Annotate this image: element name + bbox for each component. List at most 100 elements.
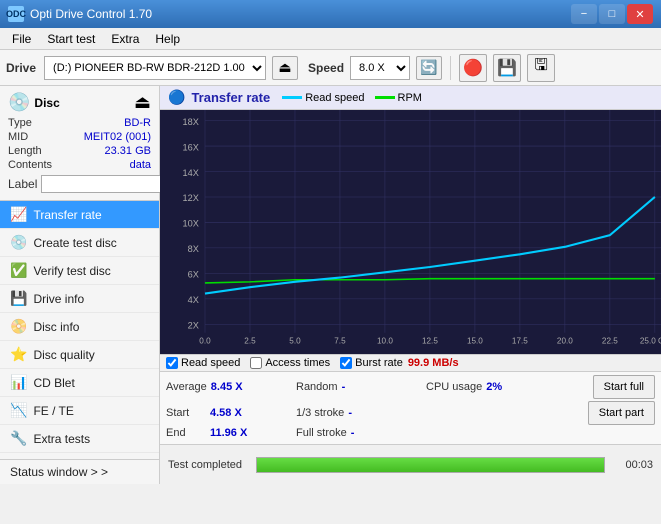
- start-full-button[interactable]: Start full: [593, 375, 655, 399]
- drive-bar: Drive (D:) PIONEER BD-RW BDR-212D 1.00 ⏏…: [0, 50, 661, 86]
- app-icon: ODC: [8, 6, 24, 22]
- progress-bar-fill: [257, 458, 604, 472]
- minimize-button[interactable]: −: [571, 4, 597, 24]
- burst-rate-check-label: Burst rate: [355, 357, 403, 369]
- burst-rate-checkbox[interactable]: [340, 357, 352, 369]
- status-window-button[interactable]: Status window > >: [0, 459, 159, 484]
- refresh-button[interactable]: 🔄: [416, 56, 442, 80]
- fe-te-icon: 📉: [10, 402, 27, 419]
- nav-item-disc-quality-label: Disc quality: [33, 348, 94, 362]
- svg-text:10X: 10X: [183, 219, 200, 229]
- start-stat-value: 4.58 X: [210, 407, 250, 419]
- toolbar-separator: [450, 56, 451, 80]
- stats-area: Average 8.45 X Random - CPU usage 2% Sta…: [160, 371, 661, 444]
- svg-text:6X: 6X: [188, 269, 200, 279]
- one-third-stroke-value: -: [348, 407, 388, 419]
- access-times-check[interactable]: Access times: [250, 357, 330, 369]
- access-times-checkbox[interactable]: [250, 357, 262, 369]
- nav-item-create-test-disc-label: Create test disc: [33, 236, 116, 250]
- svg-text:2X: 2X: [188, 320, 200, 330]
- close-button[interactable]: ✕: [627, 4, 653, 24]
- chart-header: 🔵 Transfer rate Read speed RPM: [160, 86, 661, 110]
- svg-text:5.0: 5.0: [289, 335, 301, 345]
- nav-item-disc-quality[interactable]: ⭐ Disc quality: [0, 341, 159, 369]
- cd-bler-icon: 📊: [10, 374, 27, 391]
- cpu-usage-label: CPU usage: [426, 381, 482, 393]
- start-part-button[interactable]: Start part: [588, 401, 655, 425]
- drive-select[interactable]: (D:) PIONEER BD-RW BDR-212D 1.00: [44, 56, 266, 80]
- title-bar: ODC Opti Drive Control 1.70 − □ ✕: [0, 0, 661, 28]
- length-label: Length: [8, 145, 42, 157]
- verify-test-disc-icon: ✅: [10, 262, 27, 279]
- svg-text:14X: 14X: [183, 168, 200, 178]
- drive-info-icon: 💾: [10, 290, 27, 307]
- nav-list: 📈 Transfer rate 💿 Create test disc ✅ Ver…: [0, 201, 159, 459]
- svg-text:20.0: 20.0: [557, 335, 573, 345]
- svg-text:17.5: 17.5: [512, 335, 528, 345]
- label-label: Label: [8, 177, 37, 191]
- access-times-check-label: Access times: [265, 357, 330, 369]
- length-value: 23.31 GB: [105, 145, 151, 157]
- chart-container: 18X 16X 14X 12X 10X 8X 6X 4X 2X 0.0 2.5 …: [160, 110, 661, 354]
- svg-text:18X: 18X: [183, 117, 200, 127]
- burst-rate-check[interactable]: Burst rate 99.9 MB/s: [340, 357, 458, 369]
- disc-eject-icon[interactable]: ⏏: [134, 92, 151, 113]
- nav-item-extra-tests[interactable]: 🔧 Extra tests: [0, 425, 159, 453]
- svg-text:8X: 8X: [188, 244, 200, 254]
- nav-item-verify-test-disc-label: Verify test disc: [33, 264, 110, 278]
- svg-text:4X: 4X: [188, 295, 200, 305]
- nav-item-drive-info[interactable]: 💾 Drive info: [0, 285, 159, 313]
- disc-panel-icon: 💿: [8, 92, 30, 113]
- burst-rate-value: 99.9 MB/s: [408, 357, 459, 369]
- app-title: Opti Drive Control 1.70: [30, 7, 152, 21]
- full-stroke-label: Full stroke: [296, 427, 347, 439]
- transfer-rate-icon: 📈: [10, 206, 27, 223]
- contents-value: data: [130, 159, 151, 171]
- menu-file[interactable]: File: [4, 30, 39, 48]
- read-speed-check-label: Read speed: [181, 357, 240, 369]
- toolbar-btn-2[interactable]: 💾: [493, 54, 521, 82]
- end-stat-label: End: [166, 427, 206, 439]
- menu-extra[interactable]: Extra: [103, 30, 147, 48]
- type-value: BD-R: [124, 117, 151, 129]
- random-label: Random: [296, 381, 338, 393]
- disc-info-icon: 📀: [10, 318, 27, 335]
- mid-value: MEIT02 (001): [84, 131, 151, 143]
- menu-help[interactable]: Help: [147, 30, 188, 48]
- read-speed-checkbox[interactable]: [166, 357, 178, 369]
- svg-text:10.0: 10.0: [377, 335, 393, 345]
- nav-item-cd-bler[interactable]: 📊 CD Blet: [0, 369, 159, 397]
- menu-start-test[interactable]: Start test: [39, 30, 103, 48]
- nav-item-disc-info[interactable]: 📀 Disc info: [0, 313, 159, 341]
- maximize-button[interactable]: □: [599, 4, 625, 24]
- read-speed-check[interactable]: Read speed: [166, 357, 240, 369]
- eject-button[interactable]: ⏏: [272, 56, 298, 80]
- progress-area: Test completed 00:03: [160, 444, 661, 484]
- disc-info-panel: 💿 Disc ⏏ Type BD-R MID MEIT02 (001) Leng…: [0, 86, 159, 201]
- nav-item-create-test-disc[interactable]: 💿 Create test disc: [0, 229, 159, 257]
- chart-controls: Read speed Access times Burst rate 99.9 …: [160, 354, 661, 371]
- svg-text:22.5: 22.5: [602, 335, 618, 345]
- nav-item-fe-te[interactable]: 📉 FE / TE: [0, 397, 159, 425]
- sidebar: 💿 Disc ⏏ Type BD-R MID MEIT02 (001) Leng…: [0, 86, 160, 484]
- svg-text:12X: 12X: [183, 193, 200, 203]
- svg-text:7.5: 7.5: [334, 335, 346, 345]
- start-stat-label: Start: [166, 407, 206, 419]
- end-stat-value: 11.96 X: [210, 427, 250, 439]
- progress-time: 00:03: [613, 459, 653, 471]
- svg-text:15.0: 15.0: [467, 335, 483, 345]
- chart-svg: 18X 16X 14X 12X 10X 8X 6X 4X 2X 0.0 2.5 …: [160, 110, 661, 354]
- mid-label: MID: [8, 131, 28, 143]
- nav-item-verify-test-disc[interactable]: ✅ Verify test disc: [0, 257, 159, 285]
- menu-bar: File Start test Extra Help: [0, 28, 661, 50]
- average-label: Average: [166, 381, 207, 393]
- nav-item-transfer-rate[interactable]: 📈 Transfer rate: [0, 201, 159, 229]
- legend-rpm-color: [375, 96, 395, 99]
- cpu-usage-value: 2%: [486, 381, 526, 393]
- nav-item-cd-bler-label: CD Blet: [33, 376, 74, 390]
- toolbar-btn-save[interactable]: 🖫: [527, 54, 555, 82]
- nav-item-disc-info-label: Disc info: [33, 320, 79, 334]
- speed-select[interactable]: 8.0 X: [350, 56, 410, 80]
- toolbar-btn-1[interactable]: 🔴: [459, 54, 487, 82]
- svg-text:12.5: 12.5: [422, 335, 438, 345]
